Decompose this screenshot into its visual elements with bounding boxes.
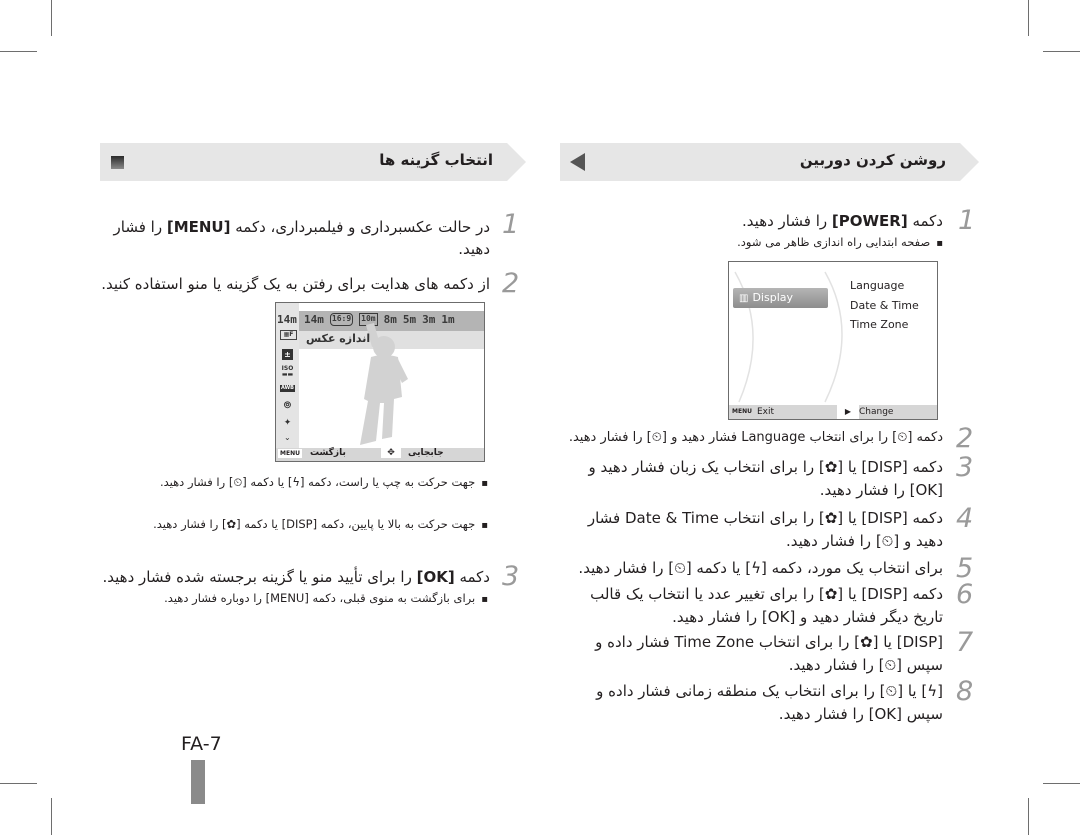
header-notch [960,143,979,181]
step-text: تاریخ دیگر فشار دهید و [OK] را فشار دهید… [672,608,943,626]
play-icon: ▶ [837,405,859,419]
bullet-item: جهت حرکت به چپ یا راست، دکمه [ϟ] یا دکمه… [128,472,488,494]
highlighted-label: اندازه عکس [306,332,371,345]
step-text: [ϟ] یا [⏲] را برای انتخاب یک منطقه زمانی… [596,682,943,700]
step-number: 2 [956,423,974,454]
size-option[interactable]: 14m [304,313,324,326]
step-number: 2 [502,268,520,299]
display-icon: ▥ [739,293,749,304]
step-text: برای انتخاب یک مورد، دکمه [ϟ] یا دکمه [⏲… [578,559,943,577]
step-number: 3 [502,561,520,592]
step-text: دکمه [DISP] یا [✿] را برای انتخاب Date &… [587,509,943,527]
section-title: روشن کردن دوربین [799,151,946,169]
category-display[interactable]: ▥ Display [733,288,828,308]
move-label: جابجایی [408,448,444,458]
menu-arc [734,271,843,403]
step-text: در حالت عکسبرداری و فیلمبرداری، دکمه [ME… [113,218,490,258]
menu-item-language[interactable]: Language [850,279,904,292]
header-notch [507,143,526,181]
chapter-tab-marker [191,760,205,804]
step-text: [OK] را فشار دهید. [819,481,943,499]
step-text: دکمه [DISP] یا [✿] را برای انتخاب یک زبا… [588,458,943,476]
step-text: دکمه [⏲] را برای انتخاب Language فشار ده… [568,430,943,445]
step-number: 6 [956,579,974,610]
step-number: 1 [502,209,520,240]
step-text: دهید و [⏲] را فشار دهید. [785,532,943,550]
page-number: FA-7 [181,733,222,755]
exit-label: Exit [757,407,775,417]
smart-filter-icon: ✦ [283,418,292,428]
scroll-down-icon: ⌄ [284,433,291,442]
size-option[interactable]: 1m [441,313,454,326]
menu-item-time-zone[interactable]: Time Zone [850,318,908,331]
step-number: 3 [956,452,974,483]
camera-screen-photo-size: ⌃ 14m 14m 16:9 10m 8m 5m 3m 1m اندازه عک… [275,302,485,462]
photo-size-icon: ▦F [280,330,297,340]
arrow-left-icon [570,153,585,171]
square-icon [111,156,124,169]
bullet-item: جهت حرکت به بالا یا پایین، دکمه [DISP] ی… [128,514,488,536]
white-balance-icon: AWB [280,385,295,392]
step-number: 8 [956,676,974,707]
selected-size: 14m [277,313,297,326]
menu-key-badge: MENU [278,449,302,458]
crop-mark [1028,798,1029,835]
screen-bottom-bar: MENU Exit ▶ Change [729,405,937,419]
step-number: 1 [958,205,976,236]
crop-mark [1028,0,1029,36]
step-text: [DISP] یا [✿] را برای انتخاب Time Zone ف… [595,633,943,651]
step-text: دکمه [DISP] یا [✿] را برای تغییر عدد یا … [590,585,943,603]
step-text: دکمه [POWER] را فشار دهید. [742,212,943,230]
exposure-icon: ± [282,349,293,360]
ok-key: [OK] [416,568,455,586]
step-number: 4 [956,503,974,534]
step-number: 7 [956,627,974,658]
crop-mark [1043,51,1080,52]
section-header-power-on: روشن کردن دوربین [560,143,960,181]
bullet-item: برای بازگشت به منوی قبلی، دکمه [MENU] را… [68,588,488,610]
back-label: بازگشت [310,448,346,458]
menu-key: [MENU] [166,218,231,236]
step-text: سپس [OK] را فشار دهید. [778,705,943,723]
move-icon: ✥ [381,448,401,458]
step-text: دکمه [OK] را برای تأیید منو یا گزینه برج… [102,568,491,586]
crop-mark [51,0,52,36]
menu-key-badge: MENU [732,408,752,415]
crop-mark [51,798,52,835]
menu-item-date-time[interactable]: Date & Time [850,299,919,312]
crop-mark [1043,783,1080,784]
change-label: Change [859,407,894,417]
step-text: از دکمه های هدایت برای رفتن به یک گزینه … [101,275,490,293]
face-detection-icon: ⦾ [283,401,292,411]
step-text: سپس [⏲] را فشار دهید. [788,656,943,674]
camera-screen-settings: ▥ Display Language Date & Time Time Zone … [728,261,938,420]
screen-bottom-bar: MENU بازگشت ✥ جابجایی [276,448,484,461]
crop-mark [0,51,37,52]
bullet-item: صفحه ابتدایی راه اندازی ظاهر می شود. [543,232,943,254]
section-header-options: انتخاب گزینه ها [100,143,507,181]
iso-icon: ISO ▬▬ [281,365,294,378]
crop-mark [0,783,37,784]
section-title: انتخاب گزینه ها [379,151,493,169]
power-key: [POWER] [831,212,908,230]
